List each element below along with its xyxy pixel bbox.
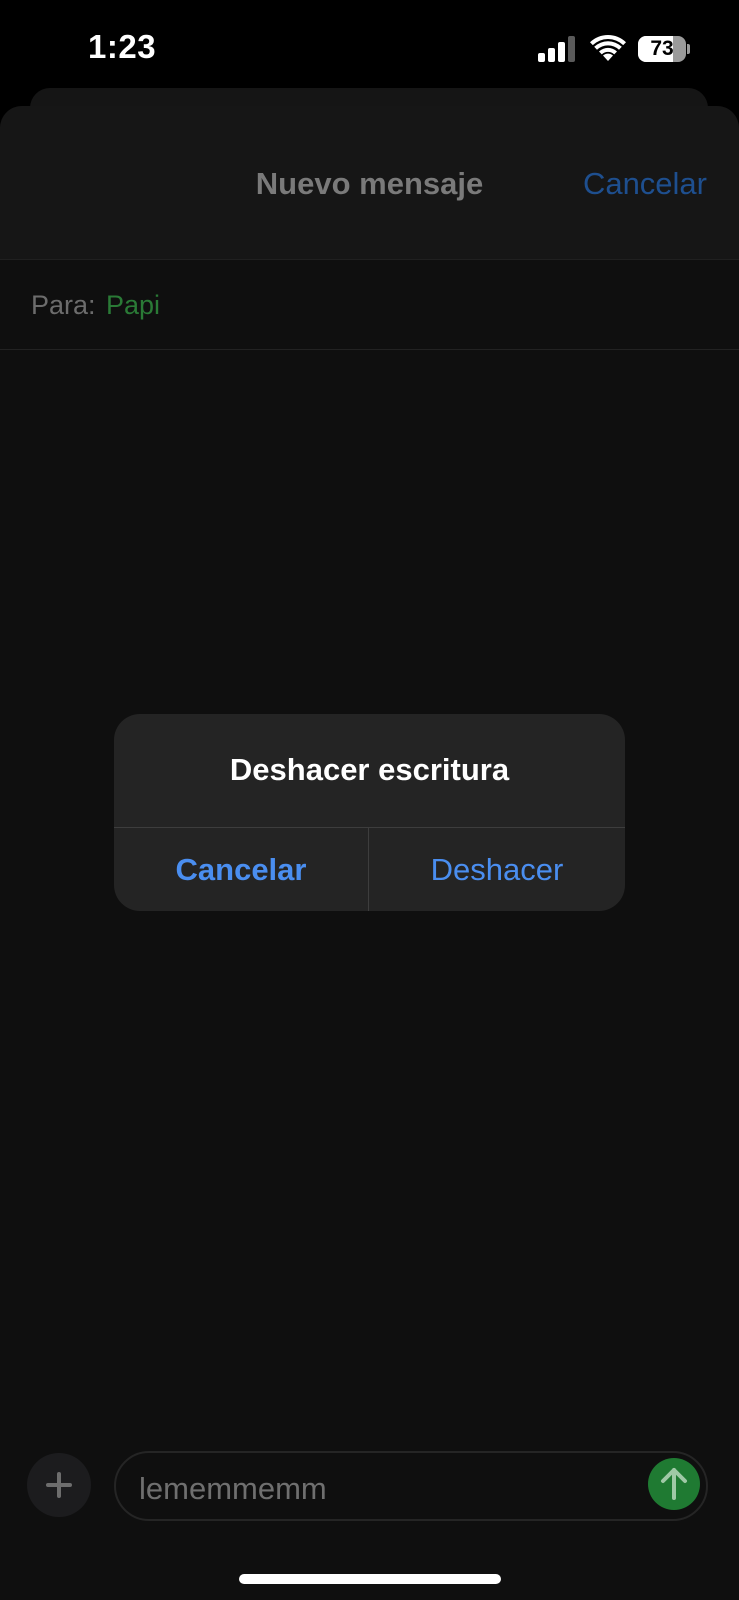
cellular-signal-icon: [538, 36, 578, 62]
status-time: 1:23: [88, 28, 157, 65]
alert-title: Deshacer escritura: [229, 752, 510, 787]
status-bar: 1:23 73: [0, 0, 739, 100]
sheet-header: Nuevo mensaje Cancelar: [0, 106, 739, 260]
message-input[interactable]: lememmemm: [114, 1451, 708, 1521]
undo-typing-alert: Deshacer escritura Cancelar Deshacer: [114, 714, 625, 911]
battery-body: 73: [638, 36, 686, 62]
signal-bar: [548, 48, 555, 62]
wifi-icon: [590, 34, 626, 61]
screen: 1:23 73 Nuevo mensaje Cancelar Para: Pap…: [0, 0, 739, 1600]
signal-bar: [558, 42, 565, 62]
plus-button[interactable]: [27, 1453, 91, 1517]
recipient-row[interactable]: Para: Papi: [0, 260, 739, 350]
battery-icon: 73: [638, 36, 690, 62]
recipient-chip[interactable]: Papi: [106, 290, 160, 321]
alert-undo-button[interactable]: Deshacer: [369, 828, 625, 911]
battery-nub: [687, 44, 690, 54]
arrow-up-icon: [661, 1468, 687, 1500]
signal-bar-empty: [568, 36, 575, 62]
send-button[interactable]: [648, 1458, 700, 1510]
message-text: lememmemm: [139, 1471, 327, 1506]
signal-bar: [538, 53, 545, 62]
header-cancel-button[interactable]: Cancelar: [583, 166, 707, 202]
recipient-label: Para:: [31, 290, 96, 320]
home-indicator[interactable]: [239, 1574, 501, 1584]
alert-cancel-button[interactable]: Cancelar: [114, 828, 368, 911]
battery-percent: 73: [650, 37, 674, 60]
